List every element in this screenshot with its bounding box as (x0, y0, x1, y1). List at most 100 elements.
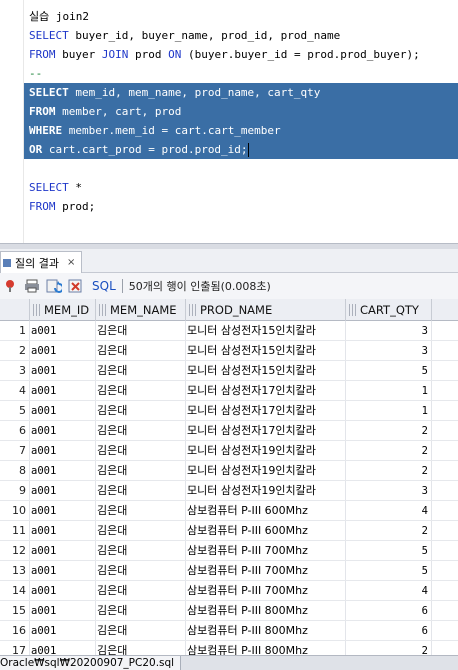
table-row[interactable]: 5 a001 김은대 모니터 삼성전자17인치칼라 1 (0, 401, 458, 421)
cell-cart-qty[interactable]: 3 (346, 481, 430, 501)
cell-cart-qty[interactable]: 5 (346, 541, 430, 561)
table-row[interactable]: 6 a001 김은대 모니터 삼성전자17인치칼라 2 (0, 421, 458, 441)
cell-prod-name[interactable]: 모니터 삼성전자17인치칼라 (186, 401, 344, 421)
table-row[interactable]: 9 a001 김은대 모니터 삼성전자19인치칼라 3 (0, 481, 458, 501)
cell-prod-name[interactable]: 삼보컴퓨터 P-III 800Mhz (186, 641, 344, 655)
cell-mem-id[interactable]: a001 (30, 541, 94, 561)
code-line[interactable]: FROM buyer JOIN prod ON (buyer.buyer_id … (29, 45, 420, 64)
cell-mem-id[interactable]: a001 (30, 361, 94, 381)
cell-mem-id[interactable]: a001 (30, 401, 94, 421)
refresh-icon[interactable] (46, 278, 62, 294)
cell-prod-name[interactable]: 삼보컴퓨터 P-III 600Mhz (186, 501, 344, 521)
cell-cart-qty[interactable]: 1 (346, 401, 430, 421)
code-line[interactable]: 실습 join2 (29, 7, 89, 26)
row-number[interactable]: 1 (0, 321, 28, 341)
cell-mem-id[interactable]: a001 (30, 601, 94, 621)
table-row[interactable]: 15 a001 김은대 삼보컴퓨터 P-III 800Mhz 6 (0, 601, 458, 621)
table-row[interactable]: 1 a001 김은대 모니터 삼성전자15인치칼라 3 (0, 321, 458, 341)
sql-editor[interactable]: 실습 join2 SELECT buyer_id, buyer_name, pro… (0, 0, 458, 243)
cell-mem-id[interactable]: a001 (30, 641, 94, 655)
row-number[interactable]: 2 (0, 341, 28, 361)
export-icon[interactable] (68, 278, 84, 294)
code-line[interactable]: -- (29, 64, 42, 83)
row-number[interactable]: 15 (0, 601, 28, 621)
code-line-selected[interactable]: OR cart.cart_prod = prod.prod_id; (24, 140, 458, 159)
pin-icon[interactable] (2, 278, 18, 294)
column-header-prod-name[interactable]: PROD_NAME (186, 299, 346, 321)
table-row[interactable]: 17 a001 김은대 삼보컴퓨터 P-III 800Mhz 2 (0, 641, 458, 655)
cell-mem-name[interactable]: 김은대 (96, 461, 184, 481)
cell-prod-name[interactable]: 모니터 삼성전자19인치칼라 (186, 481, 344, 501)
table-row[interactable]: 14 a001 김은대 삼보컴퓨터 P-III 700Mhz 4 (0, 581, 458, 601)
cell-prod-name[interactable]: 삼보컴퓨터 P-III 800Mhz (186, 621, 344, 641)
code-line[interactable]: FROM prod; (29, 197, 95, 216)
cell-mem-name[interactable]: 김은대 (96, 401, 184, 421)
row-number[interactable]: 14 (0, 581, 28, 601)
close-icon[interactable]: × (67, 257, 75, 268)
cell-mem-name[interactable]: 김은대 (96, 621, 184, 641)
print-icon[interactable] (24, 278, 40, 294)
row-number[interactable]: 9 (0, 481, 28, 501)
result-grid[interactable]: MEM_ID MEM_NAME PROD_NAME CART_QTY 1 a001… (0, 299, 458, 655)
cell-mem-name[interactable]: 김은대 (96, 381, 184, 401)
row-number[interactable]: 16 (0, 621, 28, 641)
cell-cart-qty[interactable]: 4 (346, 581, 430, 601)
tab-query-result[interactable]: 질의 결과 × (0, 251, 83, 273)
code-line-selected[interactable]: WHERE member.mem_id = cart.cart_member (24, 121, 458, 140)
cell-cart-qty[interactable]: 2 (346, 421, 430, 441)
cell-prod-name[interactable]: 모니터 삼성전자17인치칼라 (186, 381, 344, 401)
cell-prod-name[interactable]: 모니터 삼성전자15인치칼라 (186, 341, 344, 361)
cell-mem-name[interactable]: 김은대 (96, 541, 184, 561)
cell-prod-name[interactable]: 삼보컴퓨터 P-III 600Mhz (186, 521, 344, 541)
cell-prod-name[interactable]: 모니터 삼성전자15인치칼라 (186, 361, 344, 381)
cell-mem-id[interactable]: a001 (30, 381, 94, 401)
cell-mem-id[interactable]: a001 (30, 561, 94, 581)
cell-mem-name[interactable]: 김은대 (96, 481, 184, 501)
cell-cart-qty[interactable]: 2 (346, 441, 430, 461)
cell-cart-qty[interactable]: 3 (346, 341, 430, 361)
cell-mem-id[interactable]: a001 (30, 421, 94, 441)
row-number[interactable]: 3 (0, 361, 28, 381)
row-number[interactable]: 13 (0, 561, 28, 581)
cell-cart-qty[interactable]: 2 (346, 461, 430, 481)
cell-mem-id[interactable]: a001 (30, 441, 94, 461)
cell-prod-name[interactable]: 모니터 삼성전자19인치칼라 (186, 461, 344, 481)
row-number[interactable]: 5 (0, 401, 28, 421)
code-line[interactable]: SELECT buyer_id, buyer_name, prod_id, pr… (29, 26, 340, 45)
cell-mem-id[interactable]: a001 (30, 481, 94, 501)
cell-prod-name[interactable]: 삼보컴퓨터 P-III 700Mhz (186, 561, 344, 581)
row-number[interactable]: 6 (0, 421, 28, 441)
cell-cart-qty[interactable]: 4 (346, 501, 430, 521)
column-header-cart-qty[interactable]: CART_QTY (346, 299, 432, 321)
cell-mem-name[interactable]: 김은대 (96, 421, 184, 441)
cell-mem-id[interactable]: a001 (30, 501, 94, 521)
cell-mem-id[interactable]: a001 (30, 461, 94, 481)
cell-prod-name[interactable]: 삼보컴퓨터 P-III 700Mhz (186, 541, 344, 561)
cell-cart-qty[interactable]: 6 (346, 601, 430, 621)
code-line-selected[interactable]: FROM member, cart, prod (24, 102, 458, 121)
table-row[interactable]: 8 a001 김은대 모니터 삼성전자19인치칼라 2 (0, 461, 458, 481)
row-number[interactable]: 10 (0, 501, 28, 521)
cell-mem-name[interactable]: 김은대 (96, 521, 184, 541)
cell-cart-qty[interactable]: 3 (346, 321, 430, 341)
cell-mem-name[interactable]: 김은대 (96, 561, 184, 581)
cell-mem-id[interactable]: a001 (30, 321, 94, 341)
row-number[interactable]: 11 (0, 521, 28, 541)
cell-mem-name[interactable]: 김은대 (96, 441, 184, 461)
cell-cart-qty[interactable]: 1 (346, 381, 430, 401)
column-header-mem-id[interactable]: MEM_ID (30, 299, 96, 321)
cell-mem-name[interactable]: 김은대 (96, 501, 184, 521)
cell-prod-name[interactable]: 삼보컴퓨터 P-III 800Mhz (186, 601, 344, 621)
code-line[interactable]: SELECT * (29, 178, 82, 197)
cell-mem-name[interactable]: 김은대 (96, 341, 184, 361)
table-row[interactable]: 4 a001 김은대 모니터 삼성전자17인치칼라 1 (0, 381, 458, 401)
cell-cart-qty[interactable]: 5 (346, 561, 430, 581)
cell-mem-id[interactable]: a001 (30, 521, 94, 541)
sql-link[interactable]: SQL (92, 279, 116, 293)
cell-mem-name[interactable]: 김은대 (96, 581, 184, 601)
cell-prod-name[interactable]: 모니터 삼성전자19인치칼라 (186, 441, 344, 461)
table-row[interactable]: 16 a001 김은대 삼보컴퓨터 P-III 800Mhz 6 (0, 621, 458, 641)
row-number[interactable]: 7 (0, 441, 28, 461)
table-row[interactable]: 10 a001 김은대 삼보컴퓨터 P-III 600Mhz 4 (0, 501, 458, 521)
row-number[interactable]: 8 (0, 461, 28, 481)
